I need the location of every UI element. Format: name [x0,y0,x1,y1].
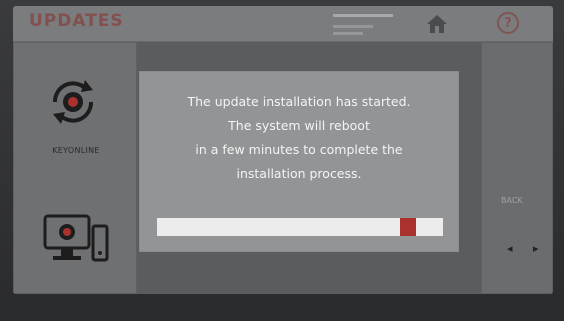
keyonline-button[interactable] [45,74,101,130]
computer-device-icon [43,214,109,262]
right-panel [481,42,553,294]
status-line [333,32,363,35]
help-icon: ? [504,15,512,31]
sync-globe-icon [52,80,94,124]
status-line [333,25,373,28]
home-icon [427,15,447,33]
dialog-line: in a few minutes to complete the [195,142,403,157]
back-button[interactable]: BACK [501,196,523,205]
progress-bar [157,218,443,236]
progress-fill [157,218,401,236]
dialog-line: The system will reboot [228,118,370,133]
screen: UPDATES ? KEYONLINE BACK ◂ ▸ The update … [13,6,553,294]
device-button[interactable] [41,212,111,272]
dialog-line: installation process. [236,166,362,181]
next-arrow-icon[interactable]: ▸ [533,242,543,255]
dialog-line: The update installation has started. [187,94,411,109]
bezel-bottom [0,294,564,321]
update-dialog: The update installation has started. The… [140,72,458,251]
prev-arrow-icon[interactable]: ◂ [507,242,517,255]
page-title: UPDATES [29,11,124,31]
dialog-message: The update installation has started. The… [140,90,458,186]
top-bar: UPDATES ? [13,6,553,42]
progress-indicator [400,218,417,236]
status-line [333,14,393,17]
home-button[interactable] [424,13,450,35]
help-button[interactable]: ? [497,12,519,34]
keyonline-label: KEYONLINE [52,146,100,155]
status-info [333,14,403,35]
